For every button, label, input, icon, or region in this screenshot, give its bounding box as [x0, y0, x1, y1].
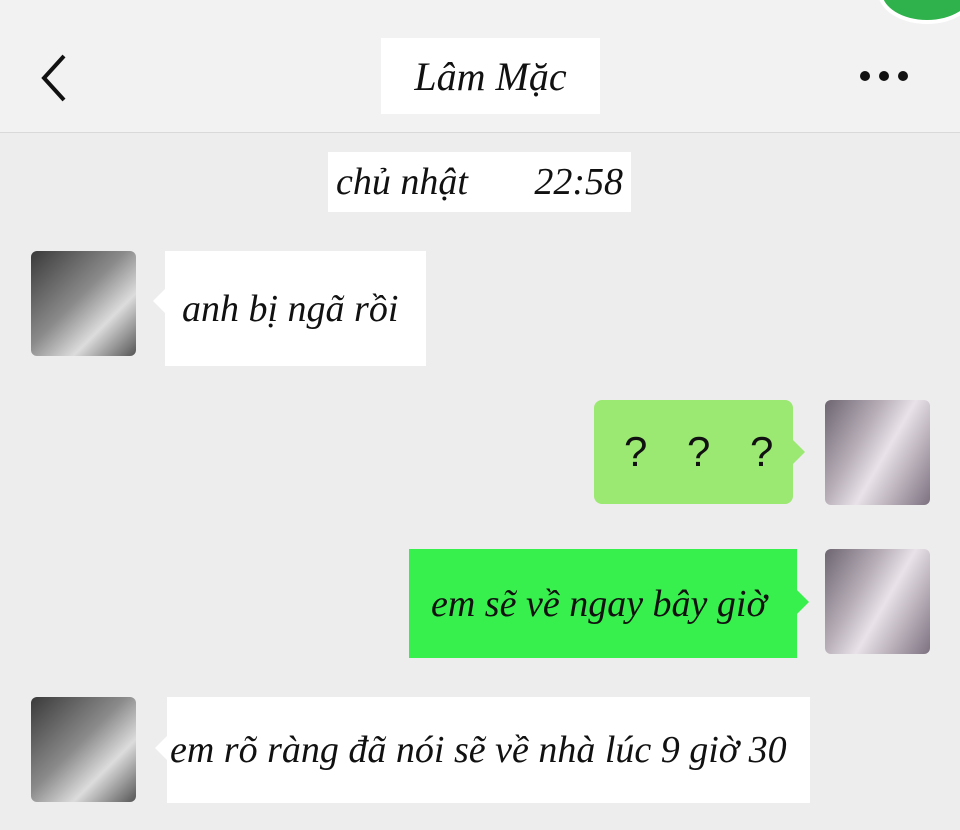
message-text: ? ? ?	[624, 428, 788, 475]
chat-header: Lâm Mặc	[0, 0, 960, 133]
bubble-tail	[155, 736, 167, 760]
bubble-tail	[153, 289, 165, 313]
timestamp-time: 22:58	[534, 161, 623, 203]
message-bubble[interactable]: em rõ ràng đã nói sẽ về nhà lúc 9 giờ 30	[167, 697, 810, 803]
message-text: anh bị ngã rồi	[182, 287, 399, 330]
chat-title: Lâm Mặc	[381, 38, 600, 114]
avatar[interactable]	[31, 251, 136, 356]
avatar[interactable]	[31, 697, 136, 802]
avatar[interactable]	[825, 400, 930, 505]
status-badge	[878, 0, 960, 24]
bubble-tail	[797, 590, 809, 614]
avatar[interactable]	[825, 549, 930, 654]
timestamp: chủ nhật 22:58	[328, 152, 631, 212]
more-button[interactable]	[856, 64, 912, 88]
message-bubble[interactable]: ? ? ?	[594, 400, 793, 504]
message-text: em rõ ràng đã nói sẽ về nhà lúc 9 giờ 30	[170, 729, 787, 771]
bubble-tail	[793, 440, 805, 464]
ellipsis-icon	[860, 71, 908, 81]
message-text: em sẽ về ngay bây giờ	[431, 582, 767, 625]
timestamp-day: chủ nhật	[336, 161, 468, 203]
message-bubble[interactable]: em sẽ về ngay bây giờ	[409, 549, 797, 658]
chevron-left-icon	[41, 54, 66, 102]
back-button[interactable]	[34, 50, 74, 106]
message-bubble[interactable]: anh bị ngã rồi	[165, 251, 426, 366]
